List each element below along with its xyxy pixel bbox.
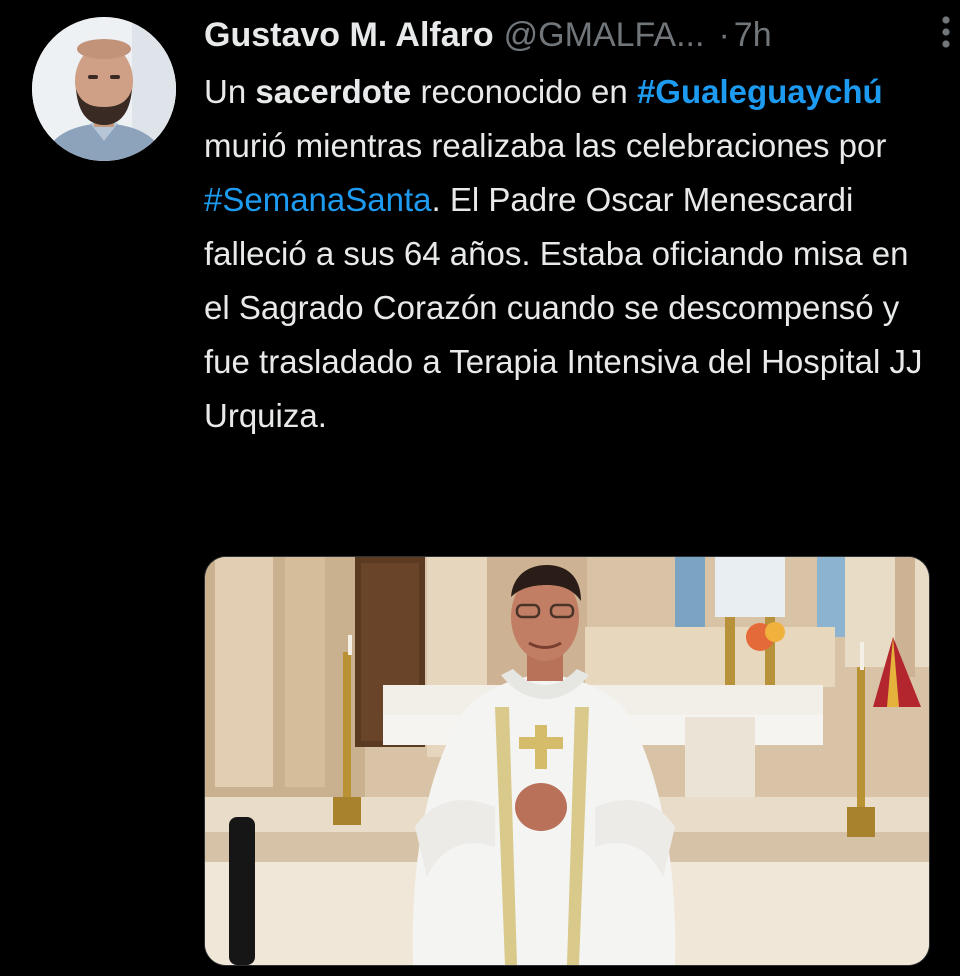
text-segment: murió mientras realizaba las celebracion…: [204, 127, 887, 164]
avatar[interactable]: [32, 17, 176, 161]
tweet-content: Gustavo M. Alfaro @GMALFA... · 7h Un sac…: [204, 12, 934, 443]
tweet-header: Gustavo M. Alfaro @GMALFA... · 7h: [204, 12, 934, 58]
timestamp[interactable]: 7h: [734, 12, 772, 58]
more-vertical-icon[interactable]: [940, 14, 952, 54]
tweet-photo[interactable]: [204, 556, 930, 966]
tweet-card[interactable]: Gustavo M. Alfaro @GMALFA... · 7h Un sac…: [0, 0, 960, 976]
text-segment: reconocido en: [411, 73, 637, 110]
hashtag-link[interactable]: #Gualeguaychú: [637, 73, 883, 110]
author-name[interactable]: Gustavo M. Alfaro: [204, 12, 494, 58]
tweet-text: Un sacerdote reconocido en #Gualeguaychú…: [204, 65, 934, 443]
separator-dot: ·: [718, 16, 730, 54]
hashtag-link[interactable]: #SemanaSanta: [204, 181, 432, 218]
text-segment: . El Padre Oscar Menescardi falleció a s…: [204, 181, 923, 434]
author-handle[interactable]: @GMALFA...: [504, 12, 705, 58]
text-segment: Un: [204, 73, 256, 110]
bold-word: sacerdote: [255, 73, 412, 110]
